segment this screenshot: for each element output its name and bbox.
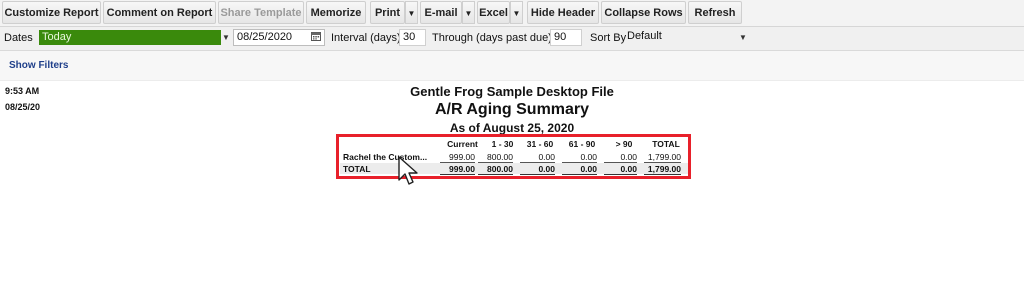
sort-by-label: Sort By: [590, 32, 627, 44]
hide-header-button[interactable]: Hide Header: [527, 1, 599, 24]
through-value: 90: [554, 31, 567, 43]
show-filters-link[interactable]: Show Filters: [9, 60, 68, 71]
excel-button[interactable]: Excel: [477, 1, 510, 24]
excel-dropdown-icon[interactable]: ▼: [510, 1, 523, 24]
interval-label: Interval (days): [331, 32, 401, 44]
company-name: Gentle Frog Sample Desktop File: [410, 84, 614, 99]
collapse-rows-button[interactable]: Collapse Rows: [601, 1, 686, 24]
email-dropdown-icon[interactable]: ▼: [462, 1, 475, 24]
calendar-icon[interactable]: [311, 31, 321, 44]
dates-label: Dates: [4, 32, 33, 44]
filter-bar: Dates Today ▼ 08/25/2020 Interval (days)…: [0, 27, 1024, 51]
dates-chevron-down-icon[interactable]: ▼: [222, 33, 230, 42]
sort-by-value: Default: [627, 30, 662, 42]
share-template-button[interactable]: Share Template: [218, 1, 304, 24]
mouse-cursor-icon: [398, 156, 418, 185]
interval-value: 30: [403, 31, 416, 43]
dates-select[interactable]: Today: [39, 30, 221, 45]
report-as-of: As of August 25, 2020: [449, 121, 575, 135]
through-label: Through (days past due): [432, 32, 552, 44]
email-button[interactable]: E-mail: [420, 1, 462, 24]
sort-by-select[interactable]: Default: [624, 29, 750, 46]
report-title: A/R Aging Summary: [434, 101, 590, 118]
comment-on-report-button[interactable]: Comment on Report: [103, 1, 216, 24]
memorize-button[interactable]: Memorize: [306, 1, 366, 24]
customize-report-button[interactable]: Customize Report: [2, 1, 101, 24]
report-toolbar: Customize Report Comment on Report Share…: [0, 0, 1024, 27]
highlight-box: [336, 134, 691, 179]
print-button[interactable]: Print: [370, 1, 405, 24]
interval-input[interactable]: 30: [399, 29, 426, 46]
date-value: 08/25/2020: [237, 31, 293, 43]
through-input[interactable]: 90: [550, 29, 582, 46]
dates-select-value: Today: [42, 31, 72, 43]
refresh-button[interactable]: Refresh: [688, 1, 742, 24]
sort-chevron-down-icon[interactable]: ▼: [739, 33, 747, 42]
show-filters-bar: Show Filters: [0, 51, 1024, 81]
print-dropdown-icon[interactable]: ▼: [405, 1, 418, 24]
